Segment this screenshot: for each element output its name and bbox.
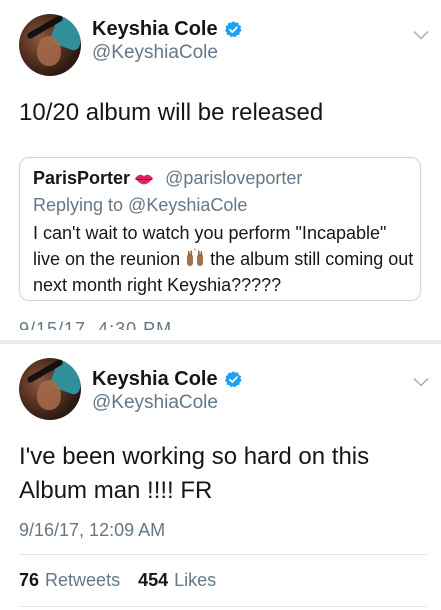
verified-badge-icon <box>224 371 242 388</box>
tweet-text: I've been working so hard on this Album … <box>19 443 370 504</box>
tweet-text: 10/20 album will be released <box>19 99 324 126</box>
tweet-card-2[interactable]: Keyshia Cole @KeyshiaCole I've been work… <box>0 344 441 610</box>
retweet-count[interactable]: 76 <box>19 570 39 591</box>
chevron-down-icon[interactable] <box>413 377 429 387</box>
avatar[interactable] <box>19 358 81 420</box>
quoted-handle: @parisloveporter <box>165 168 303 188</box>
clipped-timestamp-row: 9/15/17, 4:30 PM <box>19 317 421 330</box>
clipped-timestamp: 9/15/17, 4:30 PM <box>19 319 173 330</box>
avatar[interactable] <box>19 14 81 76</box>
display-name[interactable]: Keyshia Cole <box>92 18 218 41</box>
author-row: Keyshia Cole <box>92 368 243 391</box>
engagement-stats: 76 Retweets 454 Likes <box>19 570 216 591</box>
retweet-label[interactable]: Retweets <box>45 570 120 591</box>
quoted-author-row: ParisPorter @parisloveporter <box>33 168 302 189</box>
stats-divider <box>19 554 427 555</box>
user-handle[interactable]: @KeyshiaCole <box>92 42 218 64</box>
like-label[interactable]: Likes <box>174 570 216 591</box>
user-handle[interactable]: @KeyshiaCole <box>92 392 218 414</box>
author-row: Keyshia Cole <box>92 18 243 41</box>
display-name[interactable]: Keyshia Cole <box>92 368 218 391</box>
bottom-divider <box>19 606 427 607</box>
tweet-card-1[interactable]: Keyshia Cole @KeyshiaCole 10/20 album wi… <box>0 0 441 340</box>
chevron-down-icon[interactable] <box>413 30 429 40</box>
avatar-face <box>37 36 61 66</box>
quoted-display-name: ParisPorter <box>33 168 131 188</box>
replying-to: Replying to @KeyshiaCole <box>33 195 248 215</box>
verified-badge-icon <box>224 21 242 38</box>
stats-spacer <box>126 570 132 591</box>
timestamp[interactable]: 9/16/17, 12:09 AM <box>19 520 165 541</box>
like-count[interactable]: 454 <box>138 570 168 591</box>
quoted-text: I can't wait to watch you perform "Incap… <box>33 220 418 298</box>
kiss-mark-icon <box>134 174 154 184</box>
quoted-tweet[interactable]: ParisPorter @parisloveporter Replying to… <box>19 157 421 301</box>
avatar-face <box>37 380 61 410</box>
raising-hands-icon <box>187 248 204 266</box>
